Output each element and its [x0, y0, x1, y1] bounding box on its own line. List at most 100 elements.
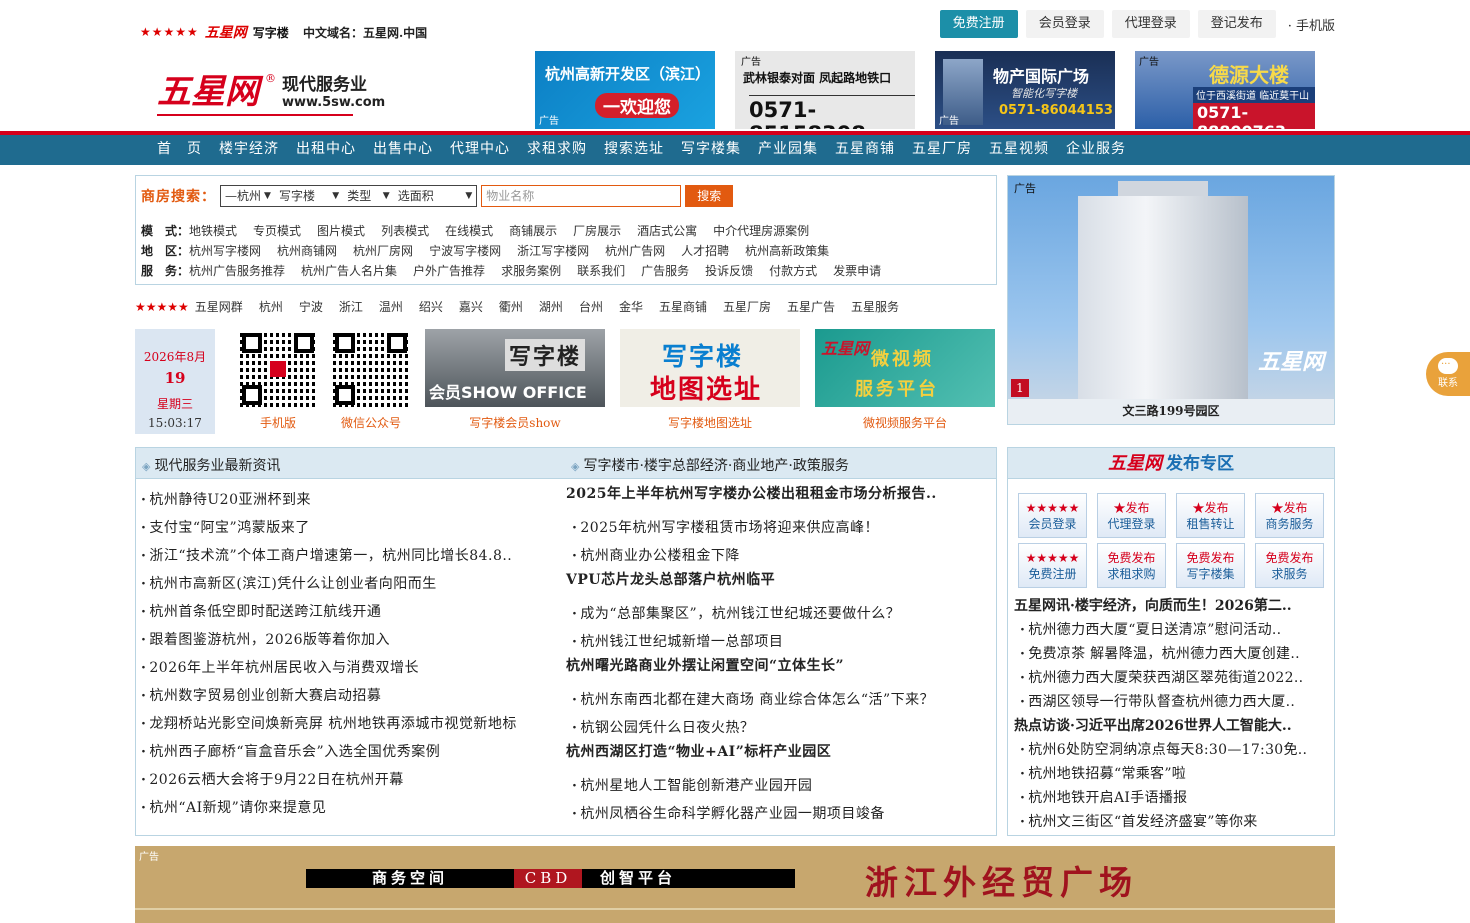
- service-link[interactable]: 投诉反馈: [705, 264, 753, 278]
- area-link[interactable]: 杭州写字楼网: [189, 244, 261, 258]
- right-slideshow-ad[interactable]: 广告 五星网 1 文三路199号园区: [1007, 175, 1335, 425]
- publish-headline[interactable]: 五星网讯·楼宇经济，向质而生！2026第二..: [1014, 594, 1332, 618]
- news-headline[interactable]: 杭州西湖区打造“物业+AI”标杆产业园区: [566, 742, 991, 772]
- area-link[interactable]: 杭州广告网: [605, 244, 665, 258]
- mode-link[interactable]: 酒店式公寓: [637, 224, 697, 238]
- nav-item-1[interactable]: 楼宇经济: [219, 135, 279, 163]
- news-item[interactable]: 跟着图鉴游杭州，2026版等着你加入: [141, 626, 517, 654]
- nav-item-7[interactable]: 写字楼集: [681, 135, 741, 163]
- nav-item-6[interactable]: 搜索选址: [604, 135, 664, 163]
- publish-news-item[interactable]: 杭州德力西大厦“夏日送清凉”慰问活动..: [1014, 618, 1332, 642]
- mode-link[interactable]: 列表模式: [381, 224, 429, 238]
- publish-news-item[interactable]: 杭州地铁招募“常乘客”啦: [1014, 762, 1332, 786]
- qr-wechat-caption[interactable]: 微信公众号: [326, 414, 416, 431]
- nav-item-0[interactable]: 首 页: [157, 135, 202, 163]
- nav-item-11[interactable]: 五星视频: [989, 135, 1049, 163]
- city-link[interactable]: 绍兴: [419, 300, 443, 314]
- city-link[interactable]: 五星厂房: [723, 300, 771, 314]
- mode-link[interactable]: 厂房展示: [573, 224, 621, 238]
- service-link[interactable]: 杭州广告服务推荐: [189, 264, 285, 278]
- news-right-title[interactable]: ◈ 写字楼市·楼宇总部经济·商业地产·政策服务: [571, 455, 849, 475]
- city-link[interactable]: 五星广告: [787, 300, 835, 314]
- category-select[interactable]: 写字楼 ▼: [275, 186, 343, 206]
- service-link[interactable]: 付款方式: [769, 264, 817, 278]
- ad-banner-wuchan[interactable]: 物产国际广场 智能化写字楼 0571-86044153 广告: [935, 51, 1115, 129]
- city-link[interactable]: 宁波: [299, 300, 323, 314]
- city-link[interactable]: 五星服务: [851, 300, 899, 314]
- ad-banner-binjiang[interactable]: 杭州高新开发区（滨江） 一欢迎您 广告: [535, 51, 715, 129]
- nav-item-3[interactable]: 出售中心: [373, 135, 433, 163]
- city-link[interactable]: 五星网群: [195, 300, 243, 314]
- service-link[interactable]: 户外广告推荐: [413, 264, 485, 278]
- mode-link[interactable]: 在线模式: [445, 224, 493, 238]
- city-link[interactable]: 嘉兴: [459, 300, 483, 314]
- area-link[interactable]: 杭州商铺网: [277, 244, 337, 258]
- area-link[interactable]: 人才招聘: [681, 244, 729, 258]
- ad-banner-deyuan[interactable]: 广告 德源大楼 位于西溪街道 临近莫干山路 0571-88800763: [1135, 51, 1315, 129]
- tile-video-platform[interactable]: 五星网 微视频 服务平台: [815, 329, 995, 407]
- mode-link[interactable]: 专页模式: [253, 224, 301, 238]
- publish-button-4[interactable]: ★★★★★ 免费注册: [1018, 543, 1087, 588]
- news-item[interactable]: 2025年杭州写字楼租赁市场将迎来供应高峰！: [566, 514, 991, 542]
- news-item[interactable]: 杭州东南西北都在建大商场 商业综合体怎么“活”下来？: [566, 686, 991, 714]
- property-name-input[interactable]: 物业名称: [481, 185, 682, 207]
- news-item[interactable]: 杭州首条低空即时配送跨江航线开通: [141, 598, 517, 626]
- news-item[interactable]: 杭州商业办公楼租金下降: [566, 542, 991, 570]
- news-item[interactable]: 杭州星地人工智能创新港产业园开园: [566, 772, 991, 800]
- publish-news-item[interactable]: 杭州地铁开启AI手语播报: [1014, 786, 1332, 810]
- news-item[interactable]: 成为“总部集聚区”，杭州钱江世纪城还要做什么？: [566, 600, 991, 628]
- publish-button-1[interactable]: ★发布 代理登录: [1097, 493, 1166, 538]
- news-item[interactable]: 龙翔桥站光影空间焕新亮屏 杭州地铁再添城市视觉新地标: [141, 710, 517, 738]
- type-select[interactable]: 类型 ▼: [343, 186, 394, 206]
- publish-button-0[interactable]: ★★★★★ 会员登录: [1018, 493, 1087, 538]
- area-link[interactable]: 杭州厂房网: [353, 244, 413, 258]
- publish-news-item[interactable]: 杭州德力西大厦荣获西湖区翠苑街道2022..: [1014, 666, 1332, 690]
- mode-link[interactable]: 地铁模式: [189, 224, 237, 238]
- qr-code-mobile[interactable]: [240, 331, 316, 407]
- nav-item-4[interactable]: 代理中心: [450, 135, 510, 163]
- qr-mobile-caption[interactable]: 手机版: [240, 414, 316, 431]
- floating-chat-button[interactable]: 联系: [1426, 352, 1470, 396]
- publish-button-5[interactable]: 免费发布 求租求购: [1097, 543, 1166, 588]
- publish-news-item[interactable]: 杭州文三街区“首发经济盛宴”等你来: [1014, 810, 1332, 834]
- news-item[interactable]: 杭州数字贸易创业创新大赛启动招募: [141, 682, 517, 710]
- news-item[interactable]: 杭州西子廊桥“盲盒音乐会”入选全国优秀案例: [141, 738, 517, 766]
- slide-caption[interactable]: 文三路199号园区: [1008, 399, 1334, 424]
- nav-item-10[interactable]: 五星厂房: [912, 135, 972, 163]
- mode-link[interactable]: 中介代理房源案例: [713, 224, 809, 238]
- ad-banner-wulin[interactable]: 广告 武林银泰对面 凤起路地铁口 0571-85158308: [735, 51, 915, 129]
- city-link[interactable]: 衢州: [499, 300, 523, 314]
- area-link[interactable]: 浙江写字楼网: [517, 244, 589, 258]
- publish-headline[interactable]: 热点访谈·习近平出席2026世界人工智能大..: [1014, 714, 1332, 738]
- publish-news-item[interactable]: 西湖区领导一行带队督查杭州德力西大厦..: [1014, 690, 1332, 714]
- tile3-caption[interactable]: 微视频服务平台: [815, 414, 995, 431]
- city-select[interactable]: —杭州 ▼: [221, 186, 275, 206]
- nav-item-2[interactable]: 出租中心: [296, 135, 356, 163]
- service-link[interactable]: 求服务案例: [501, 264, 561, 278]
- bottom-banner-ad[interactable]: 广告 商务空间 CBD 创智平台 浙江外经贸广场: [135, 846, 1335, 923]
- mode-link[interactable]: 图片模式: [317, 224, 365, 238]
- slide-indicator[interactable]: 1: [1011, 379, 1029, 397]
- news-headline[interactable]: 杭州曙光路商业外摆让闲置空间“立体生长”: [566, 656, 991, 686]
- news-item[interactable]: 杭州“AI新规”请你来提意见: [141, 794, 517, 822]
- news-item[interactable]: 支付宝“阿宝”鸿蒙版来了: [141, 514, 517, 542]
- mode-link[interactable]: 商铺展示: [509, 224, 557, 238]
- publish-news-item[interactable]: 免费凉茶 解暑降温，杭州德力西大厦创建..: [1014, 642, 1332, 666]
- nav-item-5[interactable]: 求租求购: [527, 135, 587, 163]
- news-item[interactable]: 杭州凤栖谷生命科学孵化器产业园一期项目竣备: [566, 800, 991, 828]
- nav-item-9[interactable]: 五星商铺: [835, 135, 895, 163]
- news-item[interactable]: 杭州静待U20亚洲杯到来: [141, 486, 517, 514]
- news-item[interactable]: 杭州市高新区(滨江)凭什么让创业者向阳而生: [141, 570, 517, 598]
- publish-button-2[interactable]: ★发布 租售转让: [1176, 493, 1245, 538]
- tile1-caption[interactable]: 写字楼会员show: [425, 414, 605, 431]
- city-link[interactable]: 杭州: [259, 300, 283, 314]
- publish-button-6[interactable]: 免费发布 写字楼集: [1176, 543, 1245, 588]
- city-link[interactable]: 五星商铺: [659, 300, 707, 314]
- news-item[interactable]: 2026年上半年杭州居民收入与消费双增长: [141, 654, 517, 682]
- publish-button-3[interactable]: ★发布 商务服务: [1255, 493, 1324, 538]
- site-logo[interactable]: 五星网 ® 现代服务业 www.5sw.com: [157, 70, 385, 116]
- news-item[interactable]: 杭州钱江世纪城新增一总部项目: [566, 628, 991, 656]
- news-left-title[interactable]: ◈ 现代服务业最新资讯: [142, 455, 280, 475]
- city-link[interactable]: 台州: [579, 300, 603, 314]
- nav-item-8[interactable]: 产业园集: [758, 135, 818, 163]
